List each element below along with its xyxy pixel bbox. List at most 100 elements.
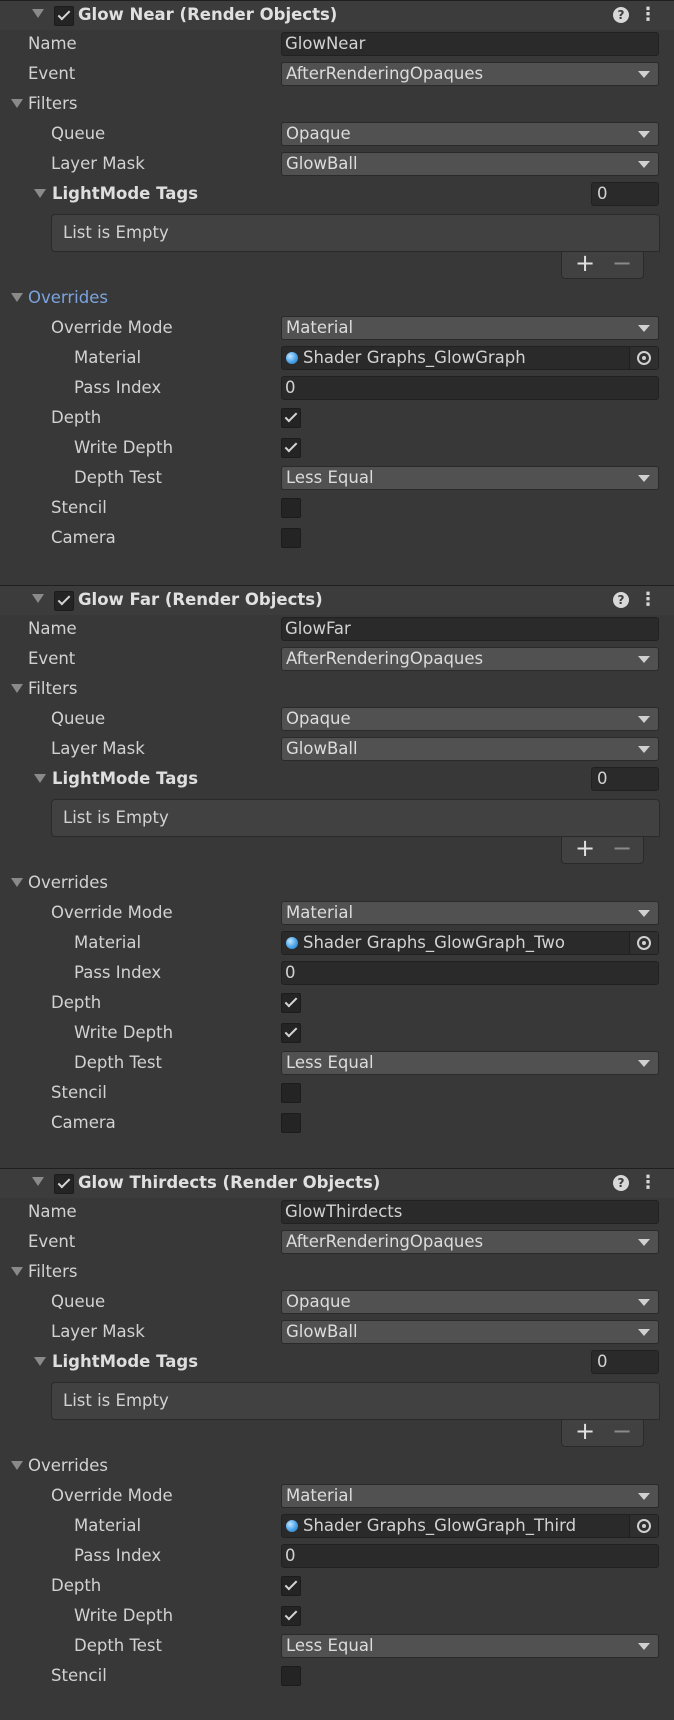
- event-row: Event AfterRenderingOpaques: [0, 59, 674, 89]
- pass-index-field[interactable]: 0: [281, 1544, 659, 1568]
- stencil-checkbox[interactable]: [281, 498, 301, 518]
- kebab-menu-icon[interactable]: ⋮: [639, 588, 657, 612]
- filters-row[interactable]: Filters: [0, 89, 674, 119]
- queue-row: Queue Opaque: [0, 119, 674, 149]
- dropdown-arrow-icon: [638, 1329, 650, 1336]
- list-empty-text: List is Empty: [63, 808, 169, 827]
- depth-checkbox[interactable]: [281, 993, 301, 1013]
- filters-row[interactable]: Filters: [0, 1257, 674, 1287]
- help-icon[interactable]: ?: [613, 592, 629, 608]
- override-mode-dropdown[interactable]: Material: [281, 901, 659, 925]
- override-mode-dropdown[interactable]: Material: [281, 1484, 659, 1508]
- remove-item-button[interactable]: −: [609, 249, 635, 277]
- depth-test-dropdown[interactable]: Less Equal: [281, 1051, 659, 1075]
- queue-row: Queue Opaque: [0, 704, 674, 734]
- event-dropdown[interactable]: AfterRenderingOpaques: [281, 647, 659, 671]
- write-depth-checkbox[interactable]: [281, 438, 301, 458]
- overrides-row[interactable]: Overrides: [0, 868, 674, 898]
- component-enabled-checkbox[interactable]: [54, 591, 74, 611]
- add-item-button[interactable]: +: [572, 1417, 598, 1445]
- collapse-arrow-icon[interactable]: [32, 594, 44, 603]
- stencil-checkbox[interactable]: [281, 1666, 301, 1686]
- dropdown-arrow-icon: [638, 910, 650, 917]
- name-field[interactable]: GlowNear: [281, 32, 659, 56]
- depth-checkbox[interactable]: [281, 408, 301, 428]
- override-mode-dropdown[interactable]: Material: [281, 316, 659, 340]
- layer-mask-value: GlowBall: [286, 154, 358, 173]
- add-item-button[interactable]: +: [572, 834, 598, 862]
- event-dropdown[interactable]: AfterRenderingOpaques: [281, 1230, 659, 1254]
- component-header[interactable]: Glow Near (Render Objects) ? ⋮: [0, 0, 674, 30]
- filters-foldout-icon[interactable]: [11, 1267, 23, 1276]
- camera-checkbox[interactable]: [281, 528, 301, 548]
- material-object-field[interactable]: Shader Graphs_GlowGraph_Third: [281, 1514, 659, 1538]
- material-object-field[interactable]: Shader Graphs_GlowGraph: [281, 346, 659, 370]
- overrides-row[interactable]: Overrides: [0, 1451, 674, 1481]
- pass-index-field[interactable]: 0: [281, 376, 659, 400]
- help-icon[interactable]: ?: [613, 7, 629, 23]
- queue-dropdown[interactable]: Opaque: [281, 707, 659, 731]
- depth-row: Depth: [0, 1571, 674, 1601]
- overrides-foldout-icon[interactable]: [11, 293, 23, 302]
- stencil-label: Stencil: [51, 498, 107, 517]
- overrides-row[interactable]: Overrides: [0, 283, 674, 313]
- depth-test-dropdown[interactable]: Less Equal: [281, 466, 659, 490]
- object-picker-button[interactable]: [629, 347, 658, 369]
- lightmode-tags-row[interactable]: LightMode Tags 0: [0, 764, 674, 794]
- kebab-menu-icon[interactable]: ⋮: [639, 3, 657, 27]
- remove-item-button[interactable]: −: [609, 1417, 635, 1445]
- component-header[interactable]: Glow Thirdects (Render Objects) ? ⋮: [0, 1168, 674, 1198]
- remove-item-button[interactable]: −: [609, 834, 635, 862]
- object-picker-button[interactable]: [629, 932, 658, 954]
- camera-checkbox[interactable]: [281, 1113, 301, 1133]
- collapse-arrow-icon[interactable]: [32, 1177, 44, 1186]
- event-dropdown[interactable]: AfterRenderingOpaques: [281, 62, 659, 86]
- stencil-checkbox[interactable]: [281, 1083, 301, 1103]
- camera-label: Camera: [51, 528, 116, 547]
- depth-checkbox[interactable]: [281, 1576, 301, 1596]
- object-picker-button[interactable]: [629, 1515, 658, 1537]
- component-header[interactable]: Glow Far (Render Objects) ? ⋮: [0, 585, 674, 615]
- component-enabled-checkbox[interactable]: [54, 6, 74, 26]
- overrides-foldout-icon[interactable]: [11, 1461, 23, 1470]
- queue-dropdown[interactable]: Opaque: [281, 1290, 659, 1314]
- component-title: Glow Near (Render Objects): [78, 5, 338, 24]
- filters-foldout-icon[interactable]: [11, 684, 23, 693]
- lightmode-count-field[interactable]: 0: [591, 182, 659, 206]
- write-depth-label: Write Depth: [74, 1023, 174, 1042]
- help-icon[interactable]: ?: [613, 1175, 629, 1191]
- layer-mask-dropdown[interactable]: GlowBall: [281, 152, 659, 176]
- override-mode-value: Material: [286, 1486, 354, 1505]
- lightmode-tags-row[interactable]: LightMode Tags 0: [0, 179, 674, 209]
- write-depth-checkbox[interactable]: [281, 1606, 301, 1626]
- checkmark-icon: [284, 409, 298, 423]
- filters-row[interactable]: Filters: [0, 674, 674, 704]
- event-label: Event: [28, 64, 76, 83]
- add-item-button[interactable]: +: [572, 249, 598, 277]
- lightmode-foldout-icon[interactable]: [34, 189, 46, 198]
- material-object-field[interactable]: Shader Graphs_GlowGraph_Two: [281, 931, 659, 955]
- overrides-foldout-icon[interactable]: [11, 878, 23, 887]
- name-field[interactable]: GlowThirdects: [281, 1200, 659, 1224]
- layer-mask-dropdown[interactable]: GlowBall: [281, 737, 659, 761]
- pass-index-field[interactable]: 0: [281, 961, 659, 985]
- lightmode-foldout-icon[interactable]: [34, 774, 46, 783]
- name-field[interactable]: GlowFar: [281, 617, 659, 641]
- depth-row: Depth: [0, 403, 674, 433]
- kebab-menu-icon[interactable]: ⋮: [639, 1171, 657, 1195]
- material-label: Material: [74, 1516, 142, 1535]
- depth-test-dropdown[interactable]: Less Equal: [281, 1634, 659, 1658]
- layer-mask-dropdown[interactable]: GlowBall: [281, 1320, 659, 1344]
- component-enabled-checkbox[interactable]: [54, 1174, 74, 1194]
- lightmode-tags-row[interactable]: LightMode Tags 0: [0, 1347, 674, 1377]
- lightmode-count-field[interactable]: 0: [591, 767, 659, 791]
- collapse-arrow-icon[interactable]: [32, 9, 44, 18]
- lightmode-count-field[interactable]: 0: [591, 1350, 659, 1374]
- lightmode-foldout-icon[interactable]: [34, 1357, 46, 1366]
- queue-dropdown[interactable]: Opaque: [281, 122, 659, 146]
- write-depth-checkbox[interactable]: [281, 1023, 301, 1043]
- object-picker-icon: [637, 351, 651, 365]
- camera-row: Camera: [0, 1108, 674, 1138]
- layer-mask-label: Layer Mask: [51, 154, 145, 173]
- filters-foldout-icon[interactable]: [11, 99, 23, 108]
